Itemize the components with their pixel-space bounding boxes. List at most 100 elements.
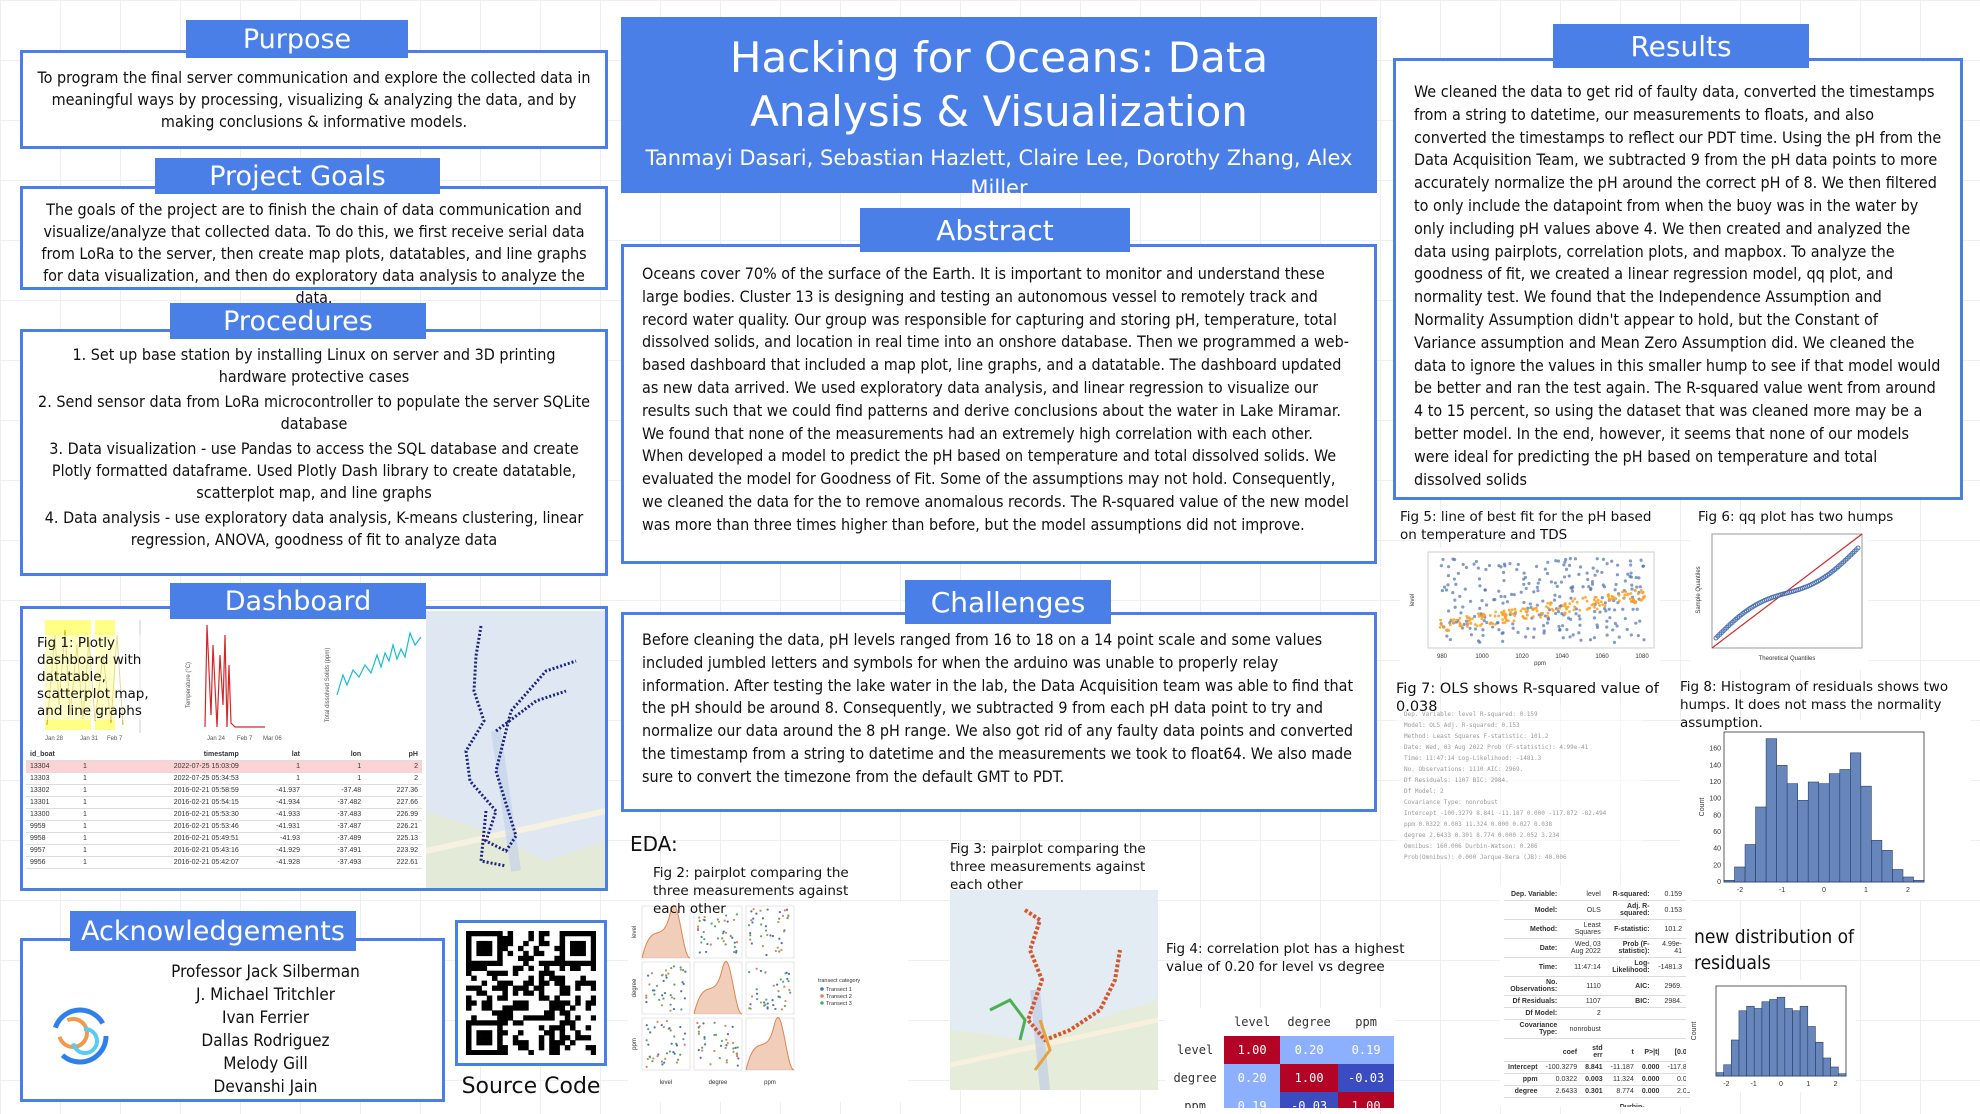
fit-point — [1594, 595, 1598, 599]
scatter-point — [1562, 575, 1567, 579]
qr-module — [538, 970, 545, 976]
qr-module — [502, 980, 508, 986]
qr-module — [507, 950, 514, 957]
table-header[interactable]: lon — [303, 749, 366, 761]
qr-module — [518, 1020, 524, 1026]
pair-point — [677, 1058, 680, 1061]
ols-cell — [1653, 1019, 1686, 1039]
pair-point — [784, 999, 787, 1003]
dashboard-map[interactable] — [426, 611, 605, 888]
scatter-point — [1601, 557, 1606, 561]
table-header[interactable]: timestamp — [101, 749, 243, 761]
qr-module — [538, 980, 545, 986]
scatter-point — [1502, 562, 1507, 566]
table-row[interactable]: 9959 1 2016-02-21 05:53:46 -41.931 -37.487 22… — [26, 820, 422, 833]
table-row[interactable]: 13302 1 2016-02-21 05:58:59 -41.937 -37.48 22… — [26, 784, 422, 797]
fig7-ols-small: Dep. Variable: level R-squared: 0.159 Mod… — [1396, 705, 1642, 865]
scatter-point — [1522, 600, 1526, 605]
qr-module — [559, 965, 566, 971]
qr-module — [497, 970, 503, 976]
pair-point — [724, 1046, 727, 1050]
histogram-bar — [1792, 1010, 1801, 1077]
qr-module — [512, 1000, 519, 1006]
table-cell: 1 — [78, 832, 102, 845]
scatter-point — [1535, 603, 1539, 607]
qr-module — [486, 1020, 493, 1026]
table-row[interactable]: 13301 1 2016-02-21 05:54:15 -41.934 -37.482 2… — [26, 796, 422, 809]
qr-module — [559, 1030, 566, 1036]
x-tick: Jan 31 — [80, 736, 99, 742]
corr-corner — [1166, 1008, 1224, 1036]
pair-point — [661, 973, 664, 976]
pair-point — [703, 1036, 706, 1039]
histogram-bar — [1815, 1041, 1824, 1077]
pair-point — [725, 1061, 728, 1064]
logo-icon — [51, 1007, 109, 1065]
scatter-point — [1598, 610, 1602, 614]
qr-module — [476, 1020, 482, 1026]
table-row[interactable]: 13300 1 2016-02-21 05:53:30 -41.933 -37.483 2… — [26, 808, 422, 821]
scatter-point — [1578, 565, 1583, 569]
scatter-point — [1492, 598, 1496, 602]
qr-module — [559, 1000, 566, 1006]
pair-point — [679, 968, 682, 971]
goals-heading: Project Goals — [155, 158, 440, 194]
table-header[interactable]: id_boat — [26, 749, 102, 761]
scatter-point — [1570, 586, 1574, 590]
table-row[interactable]: 9958 1 2016-02-21 05:49:51 -41.93 -37.489 225… — [26, 832, 422, 845]
table-row[interactable]: 9957 1 2016-02-21 05:43:16 -41.929 -37.491 22… — [26, 844, 422, 857]
ols-cell: 0.000 — [1637, 1061, 1664, 1074]
qr-module — [492, 970, 498, 976]
pair-point — [662, 1026, 665, 1029]
x-tick: Jan 28 — [45, 736, 64, 742]
pair-point — [665, 974, 668, 977]
histogram-bar — [1723, 880, 1735, 883]
fit-point — [1452, 621, 1456, 624]
table-header[interactable]: lat — [242, 749, 304, 761]
ols-cell: AIC: — [1604, 976, 1654, 996]
table-row[interactable]: 13303 1 2022-07-25 05:34:53 1 1 2 — [26, 772, 422, 785]
fit-point — [1594, 600, 1598, 604]
fit-point — [1568, 610, 1571, 614]
table-header[interactable]: pH — [365, 749, 422, 761]
qr-module — [497, 1025, 503, 1031]
qr-module — [507, 1010, 514, 1016]
ack-name: J. Michael Tritchler — [195, 985, 336, 1005]
qr-module — [512, 1005, 519, 1011]
fit-point — [1550, 601, 1553, 605]
fit-point — [1493, 622, 1497, 626]
table-row[interactable]: 9956 1 2016-02-21 05:42:07 -41.928 -37.493 22… — [26, 856, 422, 869]
pair-point — [645, 996, 648, 999]
qr-module — [554, 1005, 560, 1011]
scatter-point — [1476, 639, 1481, 643]
pair-point — [680, 1008, 683, 1011]
scatter-point — [1528, 602, 1532, 606]
pair-point — [698, 951, 701, 954]
ack-name: Devanshi Jain — [213, 1077, 318, 1097]
table-row[interactable]: 13304 1 2022-07-25 15:03:09 1 1 2 — [26, 760, 422, 773]
qr-module — [538, 995, 545, 1001]
fit-point — [1521, 607, 1525, 611]
qr-module — [580, 980, 586, 986]
table-cell: 2016-02-21 05:58:59 — [101, 784, 243, 797]
qr-module — [528, 965, 534, 971]
qr-module — [549, 1025, 555, 1031]
qr-module — [518, 1045, 524, 1051]
fit-point — [1546, 614, 1549, 618]
y-tick: 0 — [1717, 879, 1721, 886]
qr-module — [559, 1025, 566, 1031]
fig4-correlation-heatmap: level degree ppm level 1.00 0.20 0.19 degree… — [1166, 1008, 1394, 1108]
qr-module — [564, 985, 571, 991]
pairplot-panel — [693, 1017, 743, 1071]
pair-point — [645, 994, 648, 997]
scatter-point — [1477, 577, 1482, 581]
ack-name: Dallas Rodriguez — [201, 1031, 330, 1051]
pair-point — [662, 979, 665, 983]
qr-module — [497, 945, 503, 952]
scatter-point — [1586, 577, 1590, 582]
pair-point — [697, 1032, 701, 1036]
qr-code[interactable] — [455, 920, 607, 1066]
pair-point — [672, 1007, 675, 1011]
pair-point — [646, 1057, 649, 1061]
pair-point — [774, 1007, 777, 1011]
